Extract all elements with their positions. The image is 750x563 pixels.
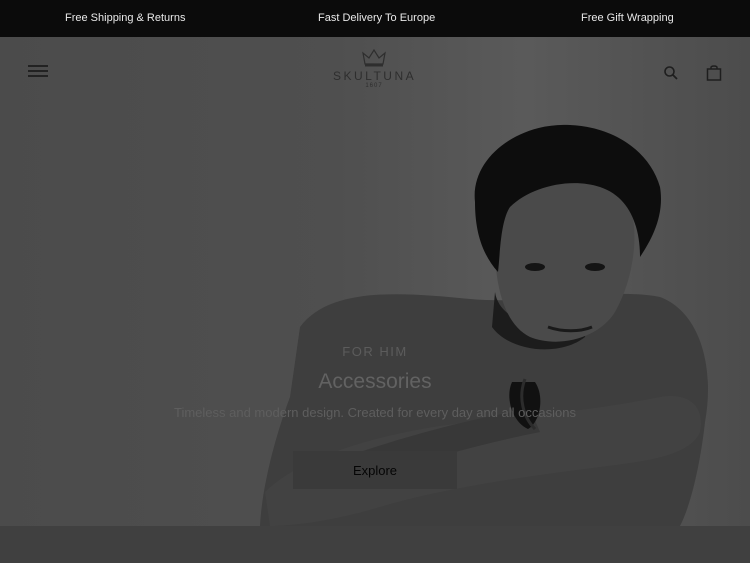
- announcement-delivery: Fast Delivery To Europe: [318, 12, 436, 24]
- hero-eyebrow: FOR HIM: [342, 344, 408, 359]
- crown-icon: [362, 48, 386, 67]
- hero-headline: Accessories: [318, 370, 432, 393]
- page-section-below-hero: [0, 526, 750, 563]
- shopping-bag-icon[interactable]: [706, 64, 722, 81]
- announcement-gift-wrapping: Free Gift Wrapping: [581, 12, 674, 24]
- hero-tagline: Timeless and modern design. Created for …: [173, 405, 576, 420]
- brand-established-year: 1607: [365, 83, 383, 89]
- announcement-shipping: Free Shipping & Returns: [65, 12, 186, 24]
- brand-wordmark: SKULTUNA: [333, 69, 417, 83]
- explore-button[interactable]: Explore: [293, 451, 457, 489]
- announcement-bar: Free Shipping & Returns Fast Delivery To…: [0, 0, 750, 37]
- search-icon[interactable]: [663, 65, 679, 81]
- hamburger-menu-icon[interactable]: [28, 65, 48, 79]
- brand-logo[interactable]: SKULTUNA 1607: [333, 48, 415, 96]
